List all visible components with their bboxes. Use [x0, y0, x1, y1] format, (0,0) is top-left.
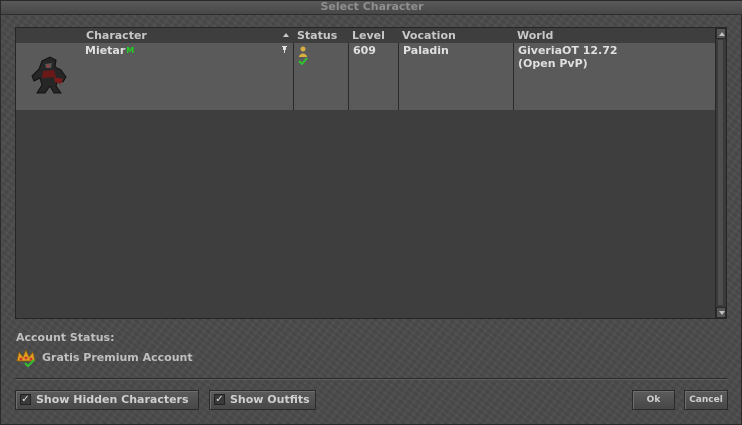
- character-vocation: Paladin: [403, 44, 449, 57]
- world-type: (Open PvP): [518, 57, 588, 70]
- scroll-track[interactable]: [718, 40, 723, 305]
- column-divider: [398, 43, 399, 110]
- vertical-scrollbar[interactable]: [715, 28, 726, 318]
- character-row[interactable]: MietarM 609 Paladin GiveriaOT 12.72 (Ope…: [16, 43, 716, 110]
- sort-ascending-icon[interactable]: [283, 33, 289, 37]
- column-header-world[interactable]: World: [514, 28, 714, 43]
- cancel-button[interactable]: Cancel: [684, 390, 728, 410]
- show-hidden-characters-checkbox[interactable]: ✓ Show Hidden Characters: [15, 390, 199, 410]
- table-header: Character Status Level Vocation World: [16, 28, 716, 43]
- pin-icon[interactable]: [281, 46, 288, 53]
- show-outfits-checkbox[interactable]: ✓ Show Outfits: [209, 390, 316, 410]
- show-outfits-label: Show Outfits: [230, 393, 310, 406]
- status-online-icon: [298, 46, 308, 65]
- show-hidden-characters-label: Show Hidden Characters: [36, 393, 189, 406]
- window-title[interactable]: Select Character: [1, 1, 742, 15]
- column-divider: [293, 43, 294, 110]
- checkmark-icon[interactable]: ✓: [20, 394, 31, 405]
- world-name: GiveriaOT 12.72: [518, 44, 618, 57]
- character-name: Mietar: [85, 44, 126, 57]
- column-divider: [348, 43, 349, 110]
- column-header-vocation[interactable]: Vocation: [399, 28, 514, 43]
- column-divider: [513, 43, 514, 110]
- column-header-status[interactable]: Status: [294, 28, 349, 43]
- character-list[interactable]: Character Status Level Vocation World Mi…: [15, 27, 727, 319]
- account-status-value: Gratis Premium Account: [42, 351, 193, 364]
- character-level: 609: [353, 44, 376, 57]
- character-world: GiveriaOT 12.72 (Open PvP): [518, 44, 618, 70]
- main-character-mark: M: [126, 46, 135, 55]
- select-character-window: Select Character Character Status Level …: [0, 0, 742, 425]
- checkmark-icon[interactable]: ✓: [214, 394, 225, 405]
- ok-button[interactable]: Ok: [632, 390, 675, 410]
- account-status-label: Account Status:: [16, 331, 115, 344]
- character-outfit-icon: [31, 56, 67, 94]
- scroll-up-arrow-icon[interactable]: [716, 28, 726, 39]
- character-name-cell: MietarM: [85, 44, 134, 57]
- column-header-level[interactable]: Level: [349, 28, 399, 43]
- separator: [15, 378, 727, 380]
- scroll-down-arrow-icon[interactable]: [716, 307, 726, 318]
- column-header-character[interactable]: Character: [83, 28, 293, 43]
- premium-crown-icon: [16, 349, 36, 367]
